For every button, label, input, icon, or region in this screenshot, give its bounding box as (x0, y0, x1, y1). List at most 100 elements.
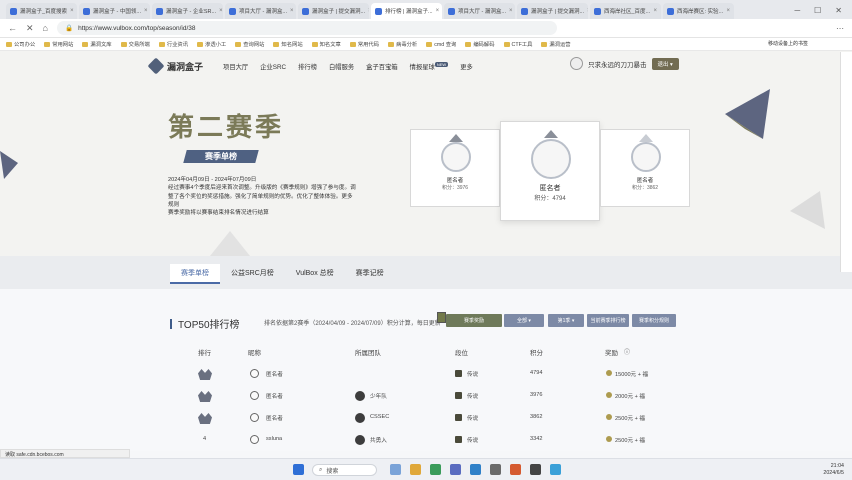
close-tab-icon[interactable]: × (436, 8, 440, 14)
nav-item[interactable]: 企业SRC (260, 62, 286, 71)
close-tab-icon[interactable]: × (219, 8, 223, 14)
extensions-icon[interactable]: ⋯ (836, 24, 844, 33)
app-icon[interactable] (490, 464, 501, 475)
bookmark-item[interactable]: 查询网站 (235, 40, 264, 48)
browser-tab[interactable]: 西海岸社区_百度... × (590, 3, 661, 19)
rank-tab[interactable]: 赛季单榜 (170, 264, 220, 284)
close-tab-icon[interactable]: × (726, 8, 730, 14)
row-team[interactable]: CSSEC (370, 414, 389, 420)
site-logo[interactable]: 漏洞盒子 (147, 57, 203, 75)
browser-tab[interactable]: 漏洞盒子 | 提交漏洞...× (298, 3, 369, 19)
browser-tab[interactable]: 排行榜 | 漏洞盒子... × (371, 3, 442, 19)
table-row: 匿名者 传说 4794 15000元 + 福 (150, 367, 690, 387)
nav-item[interactable]: 项目大厅 (223, 62, 248, 71)
bookmark-item[interactable]: 渗透小工 (197, 40, 226, 48)
rank-tab[interactable]: 公益SRC月榜 (220, 264, 285, 284)
home-icon[interactable]: ⌂ (43, 23, 48, 33)
crown-icon (449, 134, 463, 142)
coin-icon (606, 414, 612, 420)
bookmark-item[interactable]: 常用网站 (44, 40, 73, 48)
bookmark-item[interactable]: 漏洞文库 (82, 40, 112, 48)
close-tab-icon[interactable]: × (144, 8, 148, 14)
filter-button[interactable]: 赛季积分规则 (632, 314, 676, 327)
user-box: 只求永远的刀刀暴击 退出 ▾ (570, 57, 679, 70)
nav-item[interactable]: 排行榜 (298, 62, 317, 71)
close-tab-icon[interactable]: × (509, 8, 513, 14)
row-team[interactable]: 少年队 (370, 392, 387, 400)
bookmark-item[interactable]: 知名网站 (273, 40, 303, 48)
row-rank: 4 (203, 436, 207, 442)
nav-item[interactable]: 盒子百宝箱 (366, 62, 397, 71)
bookmark-item[interactable]: 编码解码 (465, 40, 495, 48)
app-icon[interactable] (450, 464, 461, 475)
reload-icon[interactable]: ✕ (26, 23, 34, 34)
nav-item[interactable]: 更多 (460, 62, 473, 71)
bookmark-item[interactable]: cmd 查询 (426, 40, 456, 48)
nav-item[interactable]: 情报星球 NEW (410, 61, 449, 71)
browser-tab[interactable]: 西海岸赛区: 实验... × (663, 3, 734, 19)
start-icon[interactable] (293, 464, 304, 475)
season-rank-pill: 赛季单榜 (183, 150, 259, 163)
close-tab-icon[interactable]: × (70, 8, 74, 14)
app-icon[interactable] (510, 464, 521, 475)
podium-avatar (441, 142, 471, 172)
close-icon[interactable]: ✕ (835, 6, 842, 15)
row-reward: 2500元 + 福 (615, 438, 646, 444)
nav-item[interactable]: 白帽服务 (329, 62, 354, 71)
filter-button[interactable]: 全部 ▾ (504, 314, 544, 327)
bookmark-item[interactable]: 行业资讯 (158, 40, 188, 48)
rank-tab[interactable]: 赛季记榜 (345, 264, 395, 284)
url-field[interactable]: 🔒 https://www.vulbox.com/top/season/id/3… (56, 21, 557, 35)
bookmark-item[interactable]: 病毒分析 (388, 40, 417, 48)
text-icon[interactable] (530, 464, 541, 475)
app-icon[interactable] (430, 464, 441, 475)
info-icon[interactable]: ⓘ (624, 347, 630, 356)
browser-tab[interactable]: 漏洞盒子_百度搜索 × (6, 3, 77, 19)
mobile-bookmarks[interactable]: 移动设备上的书签 (768, 40, 808, 47)
gift-icon[interactable] (437, 312, 446, 323)
folder-icon (426, 42, 433, 48)
browser-icon[interactable] (470, 464, 481, 475)
row-score: 3342 (530, 436, 543, 442)
close-tab-icon[interactable]: × (587, 8, 588, 14)
filter-button[interactable]: 赛季奖励 (446, 314, 502, 327)
row-name[interactable]: ssluna (266, 436, 282, 442)
bookmark-item[interactable]: 常用代码 (349, 40, 379, 48)
avatar[interactable] (570, 57, 583, 70)
folder-icon[interactable] (410, 464, 421, 475)
row-name[interactable]: 匿名者 (266, 392, 283, 400)
bookmark-item[interactable]: 交易所端 (120, 40, 150, 48)
row-name[interactable]: 匿名者 (266, 370, 283, 378)
bookmark-item[interactable]: 漏洞运营 (541, 40, 571, 48)
browser-tab[interactable]: 项目大厅 - 漏洞盒... × (225, 3, 296, 19)
filter-button[interactable]: 当前赛季排行榜 (587, 314, 629, 327)
taskbar-search[interactable]: ⌕ 搜索 (312, 464, 377, 476)
close-tab-icon[interactable]: × (653, 8, 657, 14)
close-tab-icon[interactable]: × (290, 8, 294, 14)
user-menu-button[interactable]: 退出 ▾ (651, 57, 679, 70)
close-tab-icon[interactable]: × (368, 8, 369, 14)
clock[interactable]: 21:04 2024/6/5 (823, 463, 844, 477)
filter-button[interactable]: 第1季 ▾ (548, 314, 584, 327)
back-icon[interactable]: ← (8, 23, 17, 33)
row-name[interactable]: 匿名者 (266, 414, 283, 422)
browser-tab[interactable]: 漏洞盒子 - 企业SR... × (152, 3, 223, 19)
minimize-icon[interactable]: ─ (794, 6, 800, 15)
browser-tab[interactable]: 漏洞盒子 | 提交漏洞...× (517, 3, 588, 19)
col-rank: 排行 (198, 350, 211, 357)
bookmark-item[interactable]: 知名文章 (311, 40, 341, 48)
bookmark-item[interactable]: 公司办公 (6, 40, 35, 48)
user-name[interactable]: 只求永远的刀刀暴击 (588, 59, 647, 69)
rank-tab[interactable]: VulBox 总榜 (285, 264, 345, 284)
row-team[interactable]: 共勇入 (370, 436, 387, 444)
browser-tab[interactable]: 项目大厅 - 漏洞盒... × (444, 3, 515, 19)
nav-badge: NEW (434, 61, 449, 67)
browser-tab[interactable]: 漏洞盒子 - 中国领... × (79, 3, 150, 19)
bookmark-item[interactable]: CTF工具 (503, 40, 532, 48)
app-icon[interactable] (390, 464, 401, 475)
app-icon[interactable] (550, 464, 561, 475)
podium-name: 匿名者 (539, 185, 561, 192)
podium-avatar (631, 142, 661, 172)
user-icon (250, 369, 259, 378)
maximize-icon[interactable]: ☐ (814, 6, 821, 15)
